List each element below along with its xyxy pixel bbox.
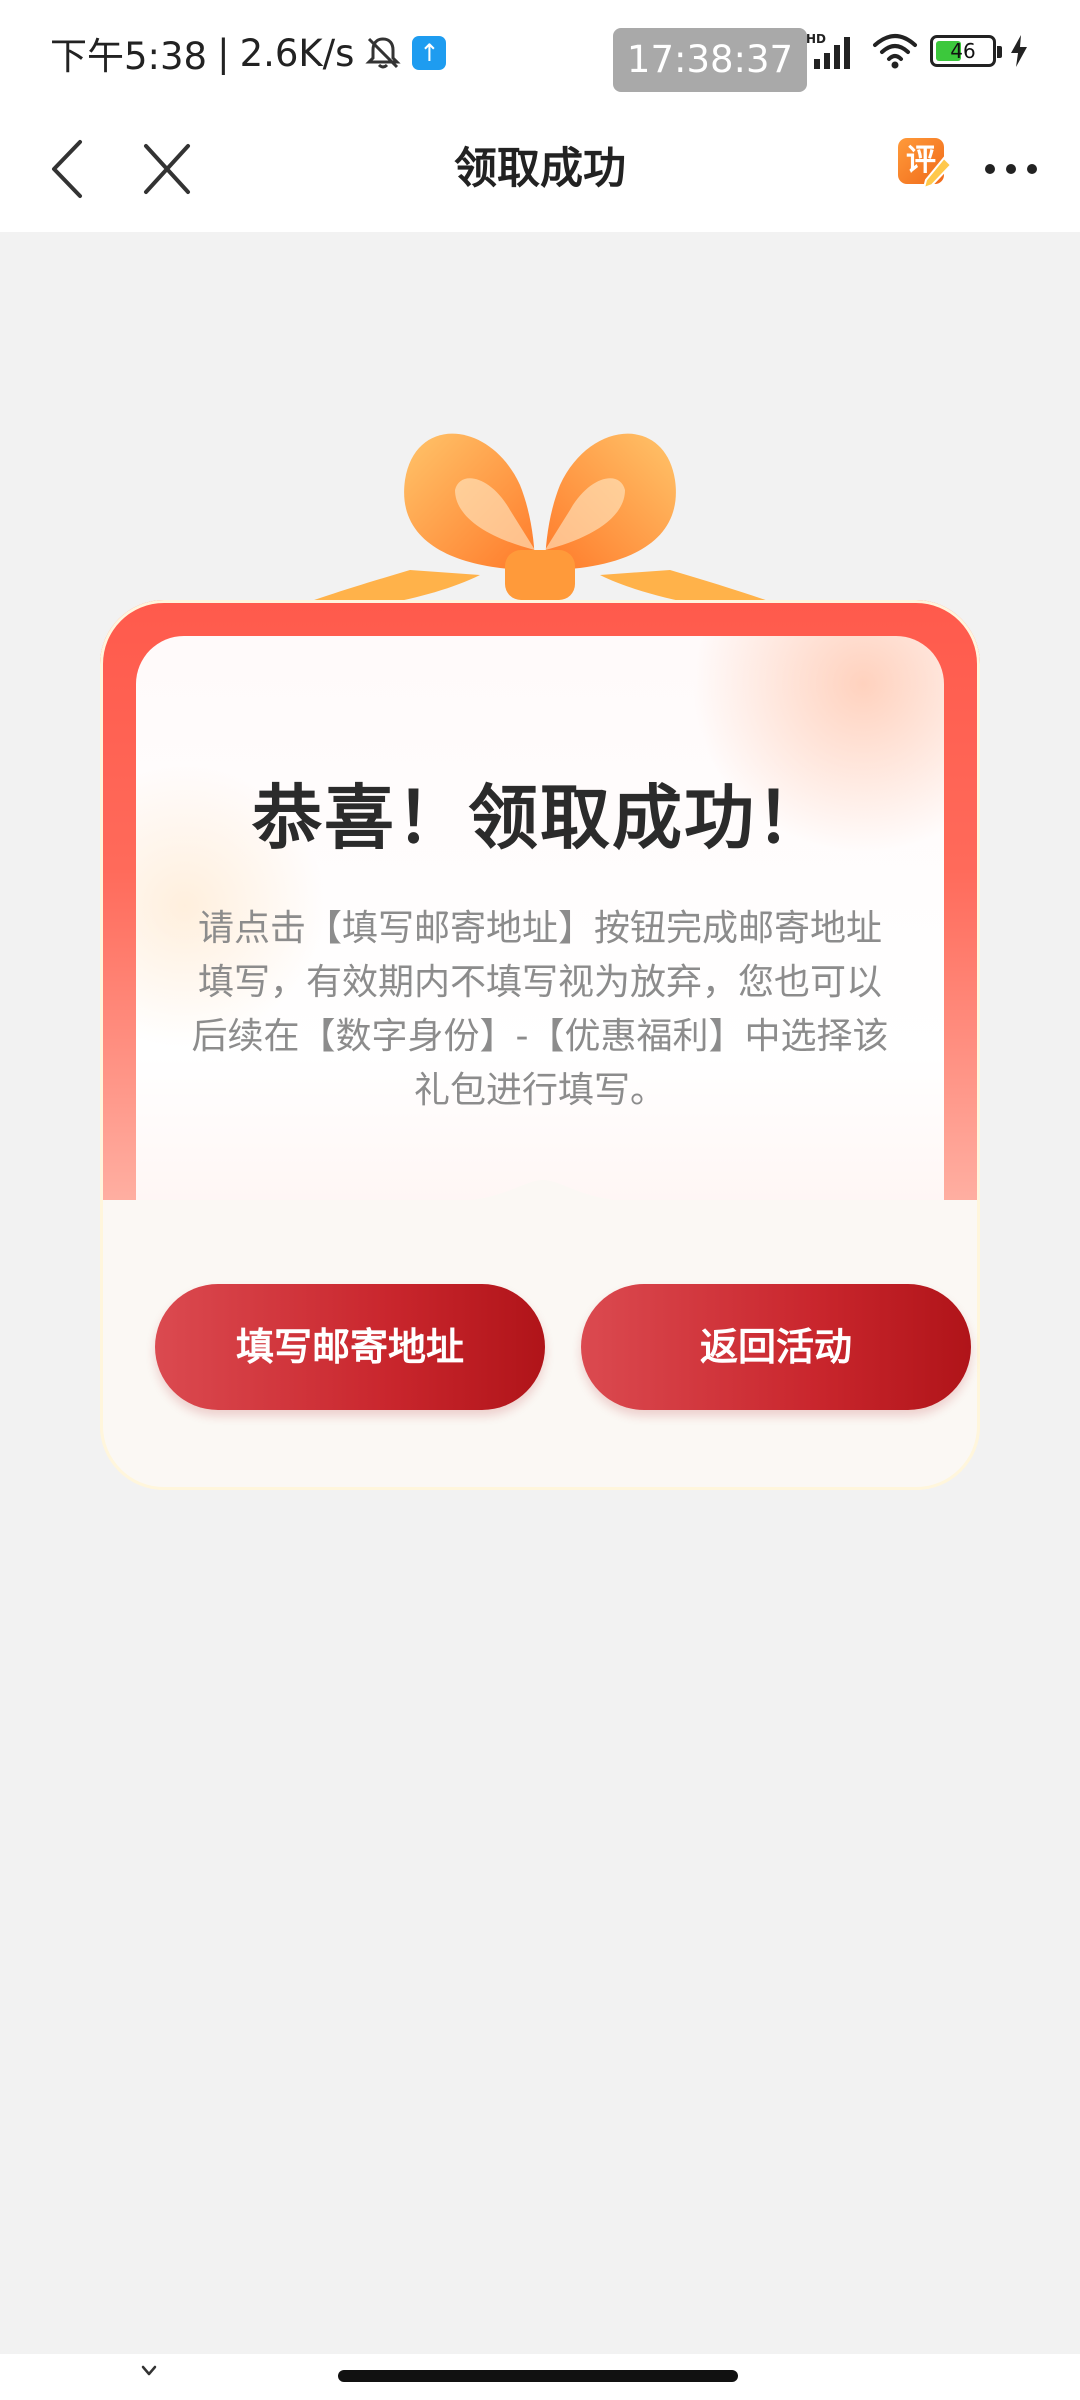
card-description: 请点击【填写邮寄地址】按钮完成邮寄地址填写，有效期内不填写视为放弃，您也可以后续… bbox=[191, 908, 889, 1111]
network-badge: HD bbox=[806, 32, 826, 46]
home-indicator[interactable] bbox=[338, 2370, 738, 2382]
status-time: 下午5:38 bbox=[50, 35, 208, 78]
nav-bar: 领取成功 评 bbox=[0, 108, 1080, 232]
status-bar: 下午5:38 | 2.6K/s ↑ 17:38:37 HD 46 bbox=[0, 0, 1080, 108]
battery-icon: 46 bbox=[930, 35, 1002, 67]
status-left: 下午5:38 | 2.6K/s ↑ bbox=[50, 26, 447, 80]
success-card: 填写邮寄地址 返回活动 恭喜！领取成功！ 请点击【填写邮寄地址】按钮完成邮寄地址… bbox=[100, 600, 980, 1490]
pencil-icon bbox=[922, 156, 953, 190]
card-title: 恭喜！领取成功！ bbox=[252, 777, 828, 859]
page-title: 领取成功 bbox=[454, 144, 626, 194]
clock-chip: 17:38:37 bbox=[613, 28, 807, 92]
rate-icon[interactable]: 评 bbox=[898, 134, 953, 192]
more-icon[interactable] bbox=[982, 154, 1040, 184]
charging-icon bbox=[1011, 35, 1027, 67]
upload-icon: ↑ bbox=[412, 36, 447, 70]
back-to-activity-button[interactable]: 返回活动 bbox=[581, 1284, 971, 1410]
gift-bow-icon bbox=[280, 433, 800, 615]
fill-address-button[interactable]: 填写邮寄地址 bbox=[155, 1284, 545, 1410]
network-speed: 2.6K/s bbox=[239, 31, 355, 75]
card-actions: 填写邮寄地址 返回活动 bbox=[100, 1180, 980, 1490]
close-icon[interactable] bbox=[138, 136, 196, 202]
bell-off-icon bbox=[365, 37, 402, 69]
battery-level: 46 bbox=[950, 39, 976, 63]
gift-area: 填写邮寄地址 返回活动 恭喜！领取成功！ 请点击【填写邮寄地址】按钮完成邮寄地址… bbox=[90, 400, 990, 1500]
gesture-bar bbox=[0, 2354, 1080, 2400]
back-arrow-icon[interactable] bbox=[44, 134, 94, 204]
chevron-down-icon[interactable] bbox=[140, 2364, 158, 2378]
status-right: HD 46 bbox=[806, 26, 1030, 76]
card-notch bbox=[443, 1180, 643, 1214]
status-separator: | bbox=[217, 31, 230, 75]
wifi-icon bbox=[873, 34, 917, 69]
signal-icon: HD bbox=[806, 32, 850, 69]
